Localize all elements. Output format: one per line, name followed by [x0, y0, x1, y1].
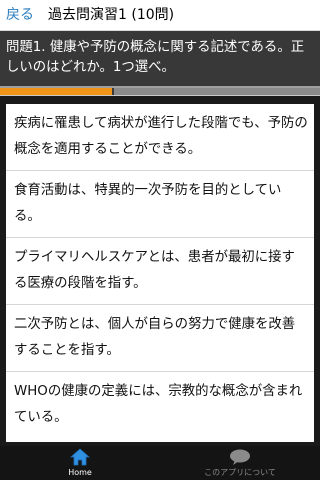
answer-option-text: プライマリヘルスケアとは、患者が最初に接する医療の段階を指す。 [14, 250, 295, 291]
bottom-nav: Home このアプリについて [0, 446, 320, 480]
nav-home-tab[interactable]: Home [0, 446, 160, 480]
answer-option-5[interactable]: WHOの健康の定義には、宗教的な概念が含まれている。 [6, 372, 314, 442]
back-button[interactable]: 戻る [6, 5, 34, 25]
page-title: 過去問演習1 (10問) [48, 7, 175, 23]
nav-about-label: このアプリについて [204, 468, 276, 477]
answer-option-3[interactable]: プライマリヘルスケアとは、患者が最初に接する医療の段階を指す。 [6, 238, 314, 305]
answer-option-text: 二次予防とは、個人が自らの努力で健康を改善することを指す。 [14, 317, 296, 358]
answer-list: 疾病に罹患して病状が進行した段階でも、予防の概念を適用することができる。 食育活… [6, 104, 314, 442]
answer-option-1[interactable]: 疾病に罹患して病状が進行した段階でも、予防の概念を適用することができる。 [6, 104, 314, 171]
answer-option-2[interactable]: 食育活動は、特異的一次予防を目的としている。 [6, 171, 314, 238]
progress-bar [0, 86, 320, 96]
question-text: 問題1. 健康や予防の概念に関する記述である。正しいのはどれか。1つ選べ。 [6, 40, 305, 75]
header-bar: 戻る 過去問演習1 (10問) [0, 0, 320, 31]
answer-option-text: WHOの健康の定義には、宗教的な概念が含まれている。 [14, 384, 303, 425]
nav-about-tab[interactable]: このアプリについて [160, 446, 320, 480]
answer-option-4[interactable]: 二次予防とは、個人が自らの努力で健康を改善することを指す。 [6, 305, 314, 372]
speech-bubble-icon [230, 449, 250, 465]
nav-home-label: Home [68, 468, 92, 477]
answer-option-text: 食育活動は、特異的一次予防を目的としている。 [14, 183, 282, 224]
home-icon [69, 448, 91, 466]
question-panel: 問題1. 健康や予防の概念に関する記述である。正しいのはどれか。1つ選べ。 [0, 31, 320, 86]
answer-option-text: 疾病に罹患して病状が進行した段階でも、予防の概念を適用することができる。 [14, 116, 308, 157]
progress-fill [0, 88, 114, 95]
